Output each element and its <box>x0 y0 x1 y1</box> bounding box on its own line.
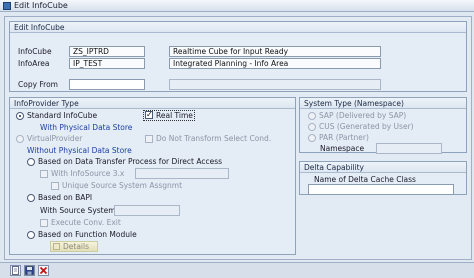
source-system-field <box>114 205 180 216</box>
based-on-function-module-label: Based on Function Module <box>38 230 137 239</box>
delta-capability-group-title: Delta Capability <box>300 162 466 173</box>
cancel-icon[interactable] <box>38 265 49 276</box>
real-time-label: Real Time <box>156 111 193 120</box>
infosource-field <box>135 168 229 179</box>
system-type-group: System Type (Namespace) SAP (Delivered b… <box>299 97 467 154</box>
dialog-body: Edit InfoCube InfoCube ZS_IPTRD Realtime… <box>4 16 472 260</box>
sap-radio[interactable] <box>308 112 316 120</box>
standard-infocube-label: Standard InfoCube <box>27 111 98 120</box>
without-physical-data-store-text: Without Physical Data Store <box>27 146 132 155</box>
bottom-toolbar <box>0 262 474 278</box>
virtual-provider-label: VirtualProvider <box>27 134 83 143</box>
real-time-checkbox[interactable]: ✓ <box>145 111 153 119</box>
par-radio[interactable] <box>308 134 316 142</box>
infoarea-description-field[interactable]: Integrated Planning - Info Area <box>169 58 381 69</box>
do-not-transform-checkbox[interactable] <box>145 135 153 143</box>
edit-infocube-group-title: Edit InfoCube <box>10 22 466 33</box>
save-icon[interactable] <box>24 265 35 276</box>
window-icon <box>3 2 11 10</box>
based-on-dtp-label: Based on Data Transfer Process for Direc… <box>38 157 223 166</box>
infoprovider-type-group: InfoProvider Type Standard InfoCube ✓ Re… <box>9 97 296 255</box>
based-on-dtp-radio[interactable] <box>27 158 35 166</box>
infoprovider-type-group-title: InfoProvider Type <box>10 98 295 109</box>
unique-source-system-checkbox[interactable] <box>51 182 59 190</box>
details-button[interactable]: Details <box>50 241 98 252</box>
edit-infocube-group: Edit InfoCube InfoCube ZS_IPTRD Realtime… <box>9 21 467 92</box>
title-bar: Edit InfoCube <box>0 0 474 12</box>
with-physical-data-store-text: With Physical Data Store <box>40 123 133 132</box>
based-on-bapi-radio[interactable] <box>27 194 35 202</box>
infoarea-field[interactable]: IP_TEST <box>69 58 145 69</box>
based-on-bapi-label: Based on BAPI <box>38 193 93 202</box>
infocube-description-field[interactable]: Realtime Cube for Input Ready <box>169 46 381 57</box>
with-infosource-label: With InfoSource 3.x <box>51 169 125 178</box>
infoarea-label: InfoArea <box>18 59 50 68</box>
sap-label: SAP (Delivered by SAP) <box>319 111 407 120</box>
unique-source-system-label: Unique Source System Assgnmt <box>62 181 183 190</box>
execute-conv-exit-checkbox[interactable] <box>40 219 48 227</box>
create-icon[interactable] <box>10 265 21 276</box>
delta-capability-group: Delta Capability Name of Delta Cache Cla… <box>299 161 467 195</box>
infocube-field[interactable]: ZS_IPTRD <box>69 46 145 57</box>
with-infosource-checkbox[interactable] <box>40 170 48 178</box>
window-title: Edit InfoCube <box>14 1 68 10</box>
system-type-group-title: System Type (Namespace) <box>300 98 466 109</box>
namespace-field <box>376 143 442 154</box>
par-label: PAR (Partner) <box>319 133 369 142</box>
delta-cache-class-field[interactable] <box>308 184 454 195</box>
namespace-label: Namespace <box>320 144 365 153</box>
based-on-function-module-radio[interactable] <box>27 231 35 239</box>
copy-from-description-field <box>169 79 381 90</box>
with-source-system-label: With Source System <box>40 206 116 215</box>
copy-from-field[interactable] <box>69 79 145 90</box>
virtual-provider-radio[interactable] <box>16 135 24 143</box>
details-button-label: Details <box>63 242 90 251</box>
infocube-label: InfoCube <box>18 47 52 56</box>
standard-infocube-radio[interactable] <box>16 112 24 120</box>
details-icon <box>53 243 60 250</box>
cus-radio[interactable] <box>308 123 316 131</box>
cus-label: CUS (Generated by User) <box>319 122 414 131</box>
execute-conv-exit-label: Execute Conv. Exit <box>51 218 121 227</box>
do-not-transform-label: Do Not Transform Select Cond. <box>156 134 272 143</box>
copy-from-label: Copy From <box>18 80 58 89</box>
